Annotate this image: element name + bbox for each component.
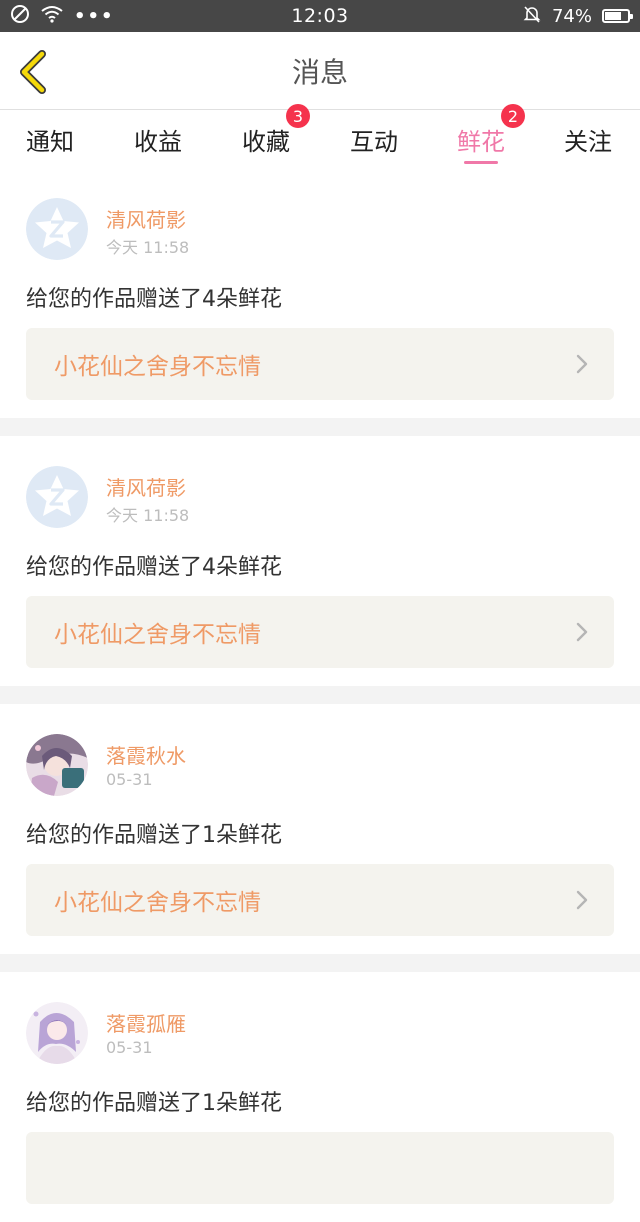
timestamp: 05-31 [106,770,153,789]
tab-label: 互动 [350,128,398,156]
message-text: 给您的作品赠送了1朵鲜花 [26,1091,282,1116]
work-title: 小花仙之舍身不忘情 [54,354,261,380]
divider [0,686,640,704]
message-text: 给您的作品赠送了4朵鲜花 [26,555,282,580]
status-bar: ••• 12:03 74% [0,0,640,32]
list-item: 落霞秋水 05-31 给您的作品赠送了1朵鲜花 小花仙之舍身不忘情 [0,704,640,954]
unread-badge: 2 [501,104,525,128]
work-link-card[interactable] [26,1132,614,1204]
battery-level [605,12,622,20]
anime-avatar-icon [26,734,88,796]
list-item: 清风荷影 今天 11:58 给您的作品赠送了4朵鲜花 小花仙之舍身不忘情 [0,168,640,418]
username[interactable]: 清风荷影 [106,204,186,233]
work-link-card[interactable]: 小花仙之舍身不忘情 [26,864,614,936]
page-header: 消息 [0,32,640,110]
username[interactable]: 落霞孤雁 [106,1008,186,1037]
anime-avatar-icon [26,1002,88,1064]
avatar[interactable] [26,198,88,260]
timestamp: 今天 11:58 [106,238,190,257]
message-text: 给您的作品赠送了1朵鲜花 [26,823,282,848]
tab-flowers[interactable]: 鲜花 2 [431,104,531,168]
tab-earnings[interactable]: 收益 [108,110,208,168]
work-link-card[interactable]: 小花仙之舍身不忘情 [26,328,614,400]
tab-notifications[interactable]: 通知 [0,110,100,168]
work-link-card[interactable]: 小花仙之舍身不忘情 [26,596,614,668]
default-avatar-icon [26,198,88,260]
tab-label: 收益 [134,128,182,156]
battery-percent: 74% [551,5,592,27]
username[interactable]: 清风荷影 [106,472,186,501]
active-tab-indicator [464,161,498,164]
divider [0,954,640,972]
tab-favorites[interactable]: 收藏 3 [216,104,316,168]
tab-label: 鲜花 [457,128,505,156]
tab-bar: 通知 收益 收藏 3 互动 鲜花 2 关注 [0,104,640,168]
tab-label: 通知 [26,128,74,156]
work-title: 小花仙之舍身不忘情 [54,890,261,916]
chevron-right-icon [576,354,588,374]
page-title: 消息 [291,56,348,89]
tab-label: 关注 [564,128,612,156]
message-list: 清风荷影 今天 11:58 给您的作品赠送了4朵鲜花 小花仙之舍身不忘情 清风荷… [0,168,640,1222]
list-item: 落霞孤雁 05-31 给您的作品赠送了1朵鲜花 [0,972,640,1222]
divider [0,418,640,436]
tab-interactions[interactable]: 互动 [324,110,424,168]
tab-label: 收藏 [242,128,290,156]
list-item: 清风荷影 今天 11:58 给您的作品赠送了4朵鲜花 小花仙之舍身不忘情 [0,436,640,686]
default-avatar-icon [26,466,88,528]
message-text: 给您的作品赠送了4朵鲜花 [26,287,282,312]
chevron-right-icon [576,890,588,910]
bell-muted-icon [522,4,542,29]
timestamp: 今天 11:58 [106,506,190,525]
avatar[interactable] [26,734,88,796]
timestamp: 05-31 [106,1038,153,1057]
username[interactable]: 落霞秋水 [106,740,186,769]
work-title: 小花仙之舍身不忘情 [54,622,261,648]
tab-following[interactable]: 关注 [538,110,638,168]
battery-icon [602,9,633,23]
avatar[interactable] [26,466,88,528]
chevron-right-icon [576,622,588,642]
status-bar-right: 74% [522,0,633,32]
unread-badge: 3 [286,104,310,128]
avatar[interactable] [26,1002,88,1064]
